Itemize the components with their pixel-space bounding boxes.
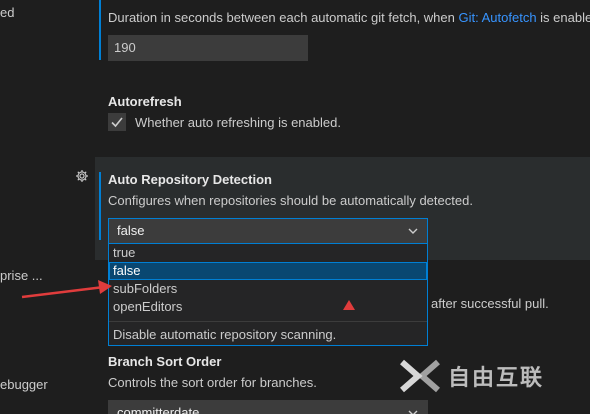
watermark-logo xyxy=(400,359,440,393)
red-arrow xyxy=(21,280,112,299)
annotation-layer xyxy=(21,280,355,310)
watermark-text: 自由互联 xyxy=(448,365,545,390)
red-triangle-marker xyxy=(343,300,355,310)
watermark: 自由互联 xyxy=(398,358,544,394)
